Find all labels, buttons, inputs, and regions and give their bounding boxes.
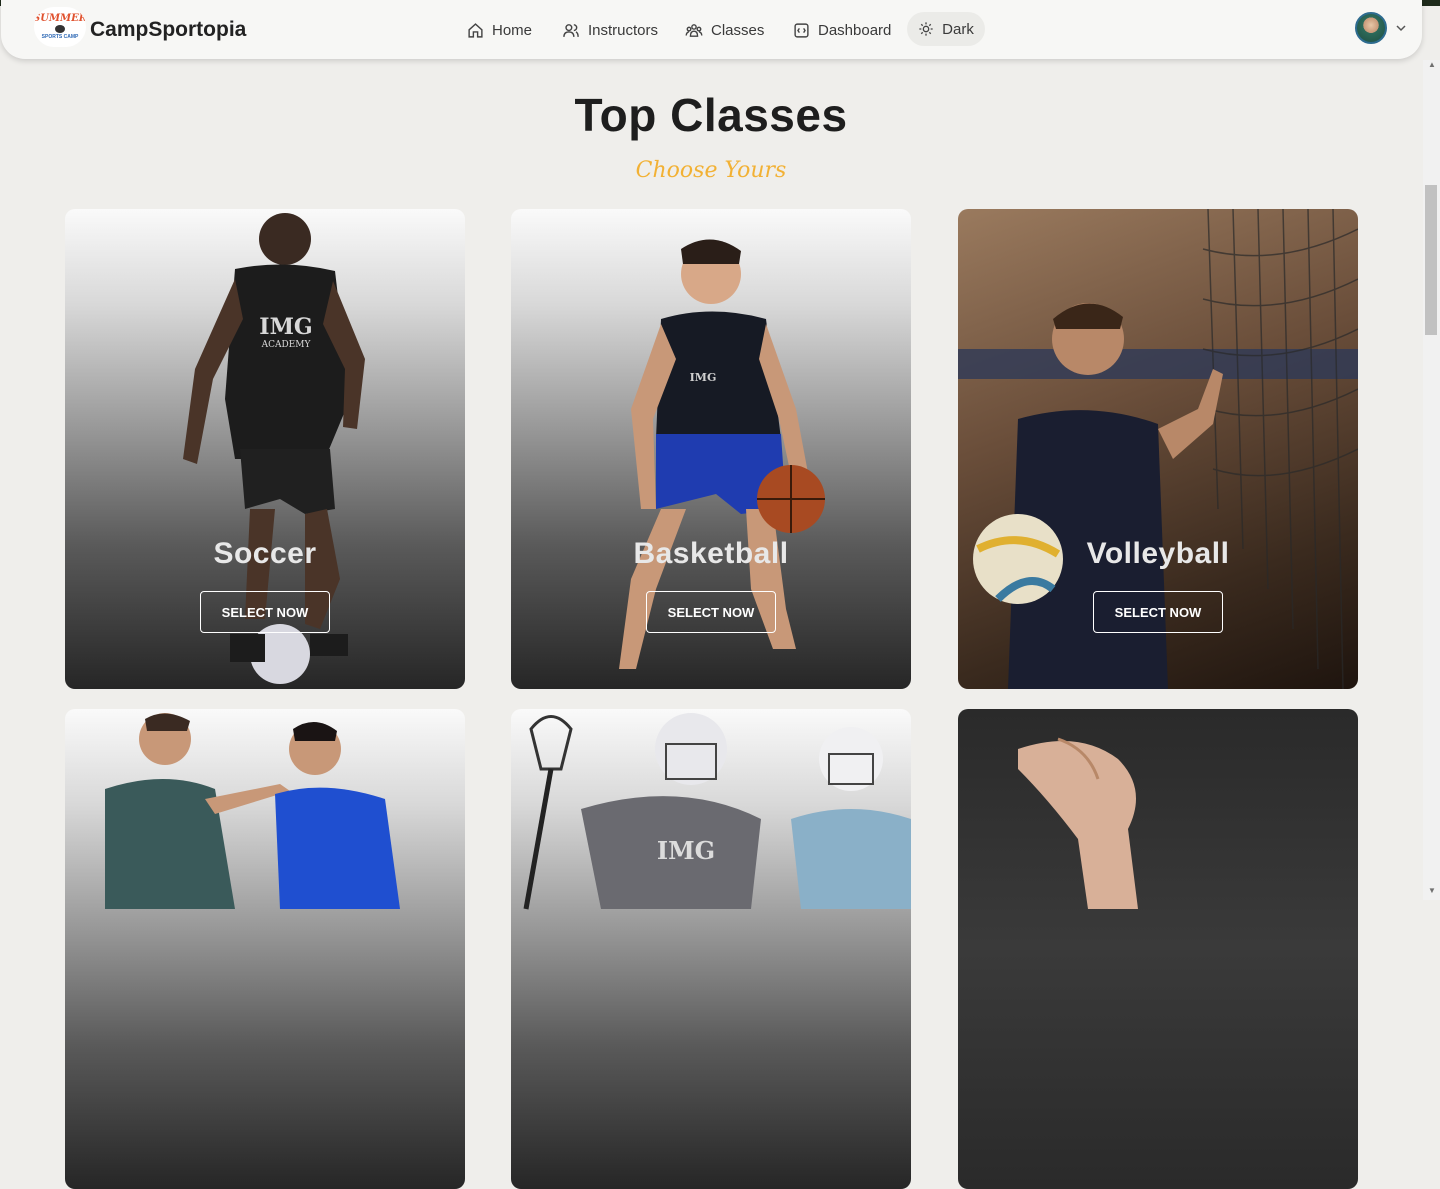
theme-toggle-label: Dark — [942, 20, 974, 38]
class-card-soccer[interactable]: IMG ACADEMY Soccer SELECT NOW — [65, 209, 465, 689]
nav-instructors[interactable]: Instructors — [562, 17, 658, 43]
users-icon — [563, 23, 579, 37]
class-card-lacrosse[interactable]: IMG — [511, 709, 911, 1189]
dashboard-icon — [794, 22, 809, 38]
nav-instructors-label: Instructors — [588, 21, 659, 39]
shirt-subtext: ACADEMY — [261, 340, 312, 350]
nav-classes[interactable]: Classes — [685, 17, 764, 43]
theme-toggle-button[interactable]: Dark — [907, 12, 985, 46]
lacrosse-players-image: IMG — [523, 713, 911, 910]
sun-icon — [919, 22, 933, 36]
jersey-text: IMG — [657, 836, 715, 865]
home-icon — [468, 22, 483, 38]
navbar: SUMMER SPORTS CAMP CampSportopia Home In… — [1, 0, 1422, 59]
hand-image — [1018, 737, 1138, 909]
class-card-tennis[interactable] — [958, 709, 1358, 1189]
scroll-up-arrow-icon[interactable]: ▲ — [1428, 60, 1436, 69]
nav-dashboard[interactable]: Dashboard — [793, 17, 891, 43]
scroll-down-arrow-icon[interactable]: ▼ — [1428, 886, 1436, 895]
group-icon — [685, 23, 703, 37]
golf-instructor-image — [105, 713, 400, 909]
nav-classes-label: Classes — [711, 21, 765, 39]
user-avatar[interactable] — [1355, 12, 1387, 44]
logo-text-bottom: SPORTS CAMP — [41, 33, 79, 40]
section-subtitle: Choose Yours — [635, 158, 787, 183]
shirt-text: IMG — [690, 371, 717, 384]
select-now-button[interactable]: SELECT NOW — [1093, 591, 1223, 633]
select-now-button[interactable]: SELECT NOW — [646, 591, 776, 633]
nav-home[interactable]: Home — [467, 17, 532, 43]
chevron-down-icon[interactable] — [1396, 24, 1406, 32]
nav-home-label: Home — [492, 21, 533, 39]
scrollbar-thumb[interactable] — [1425, 185, 1437, 335]
site-logo[interactable]: SUMMER SPORTS CAMP — [34, 7, 86, 47]
class-card-golf[interactable] — [65, 709, 465, 1189]
logo-ball-icon — [55, 24, 65, 33]
select-now-button[interactable]: SELECT NOW — [200, 591, 330, 633]
section-title: Top Classes — [574, 89, 848, 141]
class-card-volleyball[interactable]: Volleyball SELECT NOW — [958, 209, 1358, 689]
nav-dashboard-label: Dashboard — [818, 21, 892, 39]
class-name: Basketball — [633, 537, 789, 570]
shirt-text: IMG — [259, 314, 312, 340]
class-name: Soccer — [213, 537, 317, 570]
class-card-basketball[interactable]: IMG Basketball SELECT NOW — [511, 209, 911, 689]
class-name: Volleyball — [1086, 537, 1230, 570]
logo-text-top: SUMMER — [34, 12, 86, 24]
brand-name[interactable]: CampSportopia — [90, 18, 246, 42]
